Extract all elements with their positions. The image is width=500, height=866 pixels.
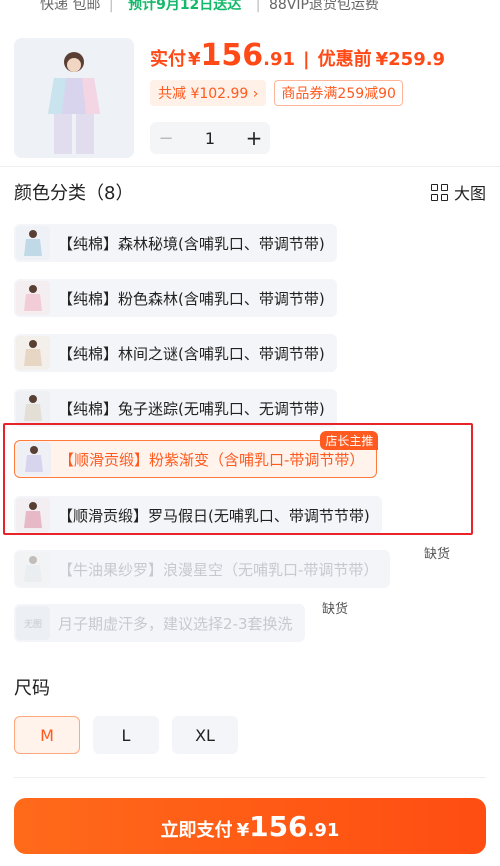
quantity-value[interactable]: 1 — [182, 129, 238, 148]
increase-button[interactable]: + — [238, 126, 270, 150]
pay-price-decimal: .91 — [307, 820, 340, 841]
delivery-info-strip: 快递 包邮 | 预计9月12日送达 | 88VIP退货包运费 — [0, 0, 500, 26]
pay-now-label: 立即支付 — [160, 820, 233, 841]
product-image[interactable] — [14, 38, 134, 158]
color-option[interactable]: 【纯棉】兔子迷踪(无哺乳口、无调节带) — [14, 389, 337, 427]
option-label: 月子期虚汗多，建议选择2-3套换洗 — [58, 614, 293, 633]
color-section-header: 颜色分类（8） 大图 — [14, 178, 486, 206]
option-label: 【顺滑贡缎】粉紫渐变（含哺乳口-带调节带） — [59, 450, 365, 469]
option-thumbnail — [16, 498, 50, 532]
out-of-stock-tag: 缺货 — [322, 602, 349, 617]
option-label: 【纯棉】兔子迷踪(无哺乳口、无调节带) — [58, 399, 325, 418]
color-option-disabled: 无图 月子期虚汗多，建议选择2-3套换洗 — [14, 604, 305, 642]
color-option[interactable]: 【顺滑贡缎】罗马假日(无哺乳口、带调节节带) — [14, 496, 382, 534]
option-label: 【纯棉】粉色森林(含哺乳口、带调节带) — [58, 289, 325, 308]
size-option-l[interactable]: L — [93, 716, 159, 754]
shipping-text: 快递 包邮 — [40, 0, 101, 13]
size-section-title: 尺码 — [14, 678, 50, 699]
before-discount-price: ¥259.9 — [375, 49, 446, 70]
coupon-chip[interactable]: 商品券满259减90 — [274, 80, 403, 106]
option-label: 【牛油果纱罗】浪漫星空（无哺乳口-带调节带） — [58, 560, 379, 579]
option-thumbnail — [16, 226, 50, 260]
big-view-toggle[interactable]: 大图 — [430, 180, 486, 204]
price-line: 实付 ¥ 156 .91 | 优惠前 ¥259.9 — [150, 38, 445, 74]
color-option[interactable]: 【纯棉】林间之谜(含哺乳口、带调节带) — [14, 334, 337, 372]
price-integer: 156 — [200, 38, 264, 73]
big-view-label: 大图 — [453, 184, 486, 203]
decrease-button[interactable]: − — [150, 128, 182, 149]
total-discount-chip[interactable]: 共减 ¥102.99 › — [150, 80, 267, 106]
separator: | — [108, 0, 114, 13]
pay-price-integer: 156 — [249, 810, 308, 843]
pay-label: 实付 — [150, 49, 186, 70]
size-option-xl[interactable]: XL — [172, 716, 238, 754]
option-thumbnail — [16, 336, 50, 370]
option-thumbnail — [16, 281, 50, 315]
color-option[interactable]: 【纯棉】森林秘境(含哺乳口、带调节带) — [14, 224, 337, 262]
out-of-stock-tag: 缺货 — [424, 547, 451, 562]
discount-row: 共减 ¥102.99 › 商品券满259减90 — [150, 80, 403, 106]
quantity-stepper: − 1 + — [150, 122, 270, 154]
before-discount-label: 优惠前 — [317, 49, 372, 70]
recommend-badge: 店长主推 — [320, 431, 379, 450]
separator: | — [255, 0, 261, 13]
option-label: 【顺滑贡缎】罗马假日(无哺乳口、带调节节带) — [58, 506, 370, 525]
option-label: 【纯棉】森林秘境(含哺乳口、带调节带) — [58, 234, 325, 253]
option-thumbnail — [16, 552, 50, 586]
separator: | — [303, 49, 310, 70]
product-summary: 实付 ¥ 156 .91 | 优惠前 ¥259.9 共减 ¥102.99 › 商… — [0, 26, 500, 166]
color-option[interactable]: 【纯棉】粉色森林(含哺乳口、带调节带) — [14, 279, 337, 317]
delivery-date-text: 预计9月12日送达 — [128, 0, 242, 13]
color-section-title: 颜色分类（8） — [14, 183, 134, 204]
color-option-disabled: 【牛油果纱罗】浪漫星空（无哺乳口-带调节带） — [14, 550, 391, 588]
size-option-m[interactable]: M — [14, 716, 80, 754]
divider — [14, 777, 486, 778]
currency-symbol: ¥ — [188, 49, 201, 70]
pay-currency: ¥ — [236, 820, 250, 841]
color-option-selected[interactable]: 【顺滑贡缎】粉紫渐变（含哺乳口-带调节带） 店长主推 — [14, 431, 379, 478]
option-thumbnail — [17, 442, 51, 476]
option-thumbnail — [16, 391, 50, 425]
option-label: 【纯棉】林间之谜(含哺乳口、带调节带) — [58, 344, 325, 363]
divider — [0, 166, 500, 167]
grid-icon — [430, 183, 448, 201]
vip-return-text: 88VIP退货包运费 — [268, 0, 379, 13]
pay-now-button[interactable]: 立即支付 ¥ 156 .91 — [14, 798, 486, 854]
price-decimal: .91 — [263, 49, 296, 70]
no-image-placeholder: 无图 — [16, 606, 50, 640]
